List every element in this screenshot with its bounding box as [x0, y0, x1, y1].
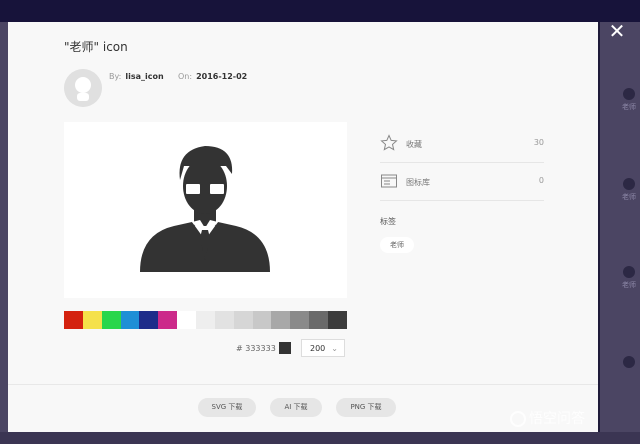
user-avatar-icon [64, 69, 102, 107]
teacher-icon [623, 88, 635, 100]
avatar[interactable] [64, 69, 102, 107]
folder-icon [381, 174, 397, 188]
color-swatch[interactable] [120, 311, 140, 329]
color-swatches [64, 311, 347, 329]
background-thumbnail[interactable] [618, 356, 640, 370]
footer-divider [8, 384, 598, 385]
library-stat[interactable]: 图标库 0 [380, 172, 544, 192]
favorite-stat[interactable]: 收藏 30 [380, 134, 544, 154]
size-select[interactable]: 200 ⌄ [301, 339, 345, 357]
teacher-icon [623, 178, 635, 190]
icon-preview [64, 122, 347, 298]
date-meta: On: 2016-12-02 [178, 72, 248, 81]
library-label: 图标库 [406, 178, 430, 187]
wukong-logo-icon [510, 411, 526, 427]
color-swatch[interactable] [64, 311, 83, 329]
color-swatch[interactable] [252, 311, 272, 329]
tags-title: 标签 [380, 217, 396, 226]
favorite-label: 收藏 [406, 140, 422, 149]
background-left [0, 22, 8, 444]
color-swatch[interactable] [196, 311, 215, 329]
background-thumbnail[interactable]: 老师 [618, 178, 640, 202]
hex-input[interactable]: # 333333 [236, 344, 276, 353]
close-icon[interactable]: ✕ [606, 20, 628, 42]
color-swatch[interactable] [177, 311, 197, 329]
color-swatch[interactable] [139, 311, 159, 329]
background-bottom [0, 432, 640, 444]
tag-chip[interactable]: 老师 [380, 237, 414, 253]
color-swatch[interactable] [214, 311, 234, 329]
color-swatch[interactable] [233, 311, 253, 329]
teacher-icon [623, 266, 635, 278]
svg-download-button[interactable]: SVG 下载 [198, 398, 256, 417]
ai-download-button[interactable]: AI 下载 [270, 398, 322, 417]
background-thumbnail[interactable]: 老师 [618, 88, 640, 112]
png-download-button[interactable]: PNG 下载 [336, 398, 396, 417]
color-swatch[interactable] [82, 311, 102, 329]
teacher-with-glasses-icon [140, 146, 270, 272]
color-swatch[interactable] [290, 311, 310, 329]
color-swatch[interactable] [271, 311, 291, 329]
color-swatch[interactable] [309, 311, 329, 329]
color-swatch[interactable] [158, 311, 178, 329]
star-icon [380, 134, 398, 151]
background-right [600, 22, 640, 444]
author-meta: By: lisa_icon [109, 72, 164, 81]
author-name[interactable]: lisa_icon [125, 72, 163, 81]
library-count: 0 [538, 176, 544, 185]
background-thumbnail[interactable]: 老师 [618, 266, 640, 290]
favorite-count: 30 [533, 138, 544, 147]
color-swatch[interactable] [101, 311, 121, 329]
icon-detail-dialog: "老师" icon By: lisa_icon On: 2016-12-02 #… [8, 22, 598, 432]
teacher-icon [623, 356, 635, 368]
publish-date: 2016-12-02 [196, 72, 248, 81]
chevron-down-icon: ⌄ [331, 344, 338, 353]
background-header [0, 0, 640, 22]
dialog-title: "老师" icon [64, 40, 128, 54]
color-swatch[interactable] [328, 311, 347, 329]
current-color-chip [279, 342, 291, 354]
divider [380, 162, 544, 163]
watermark: 悟空问答 [510, 408, 585, 428]
divider [380, 200, 544, 201]
